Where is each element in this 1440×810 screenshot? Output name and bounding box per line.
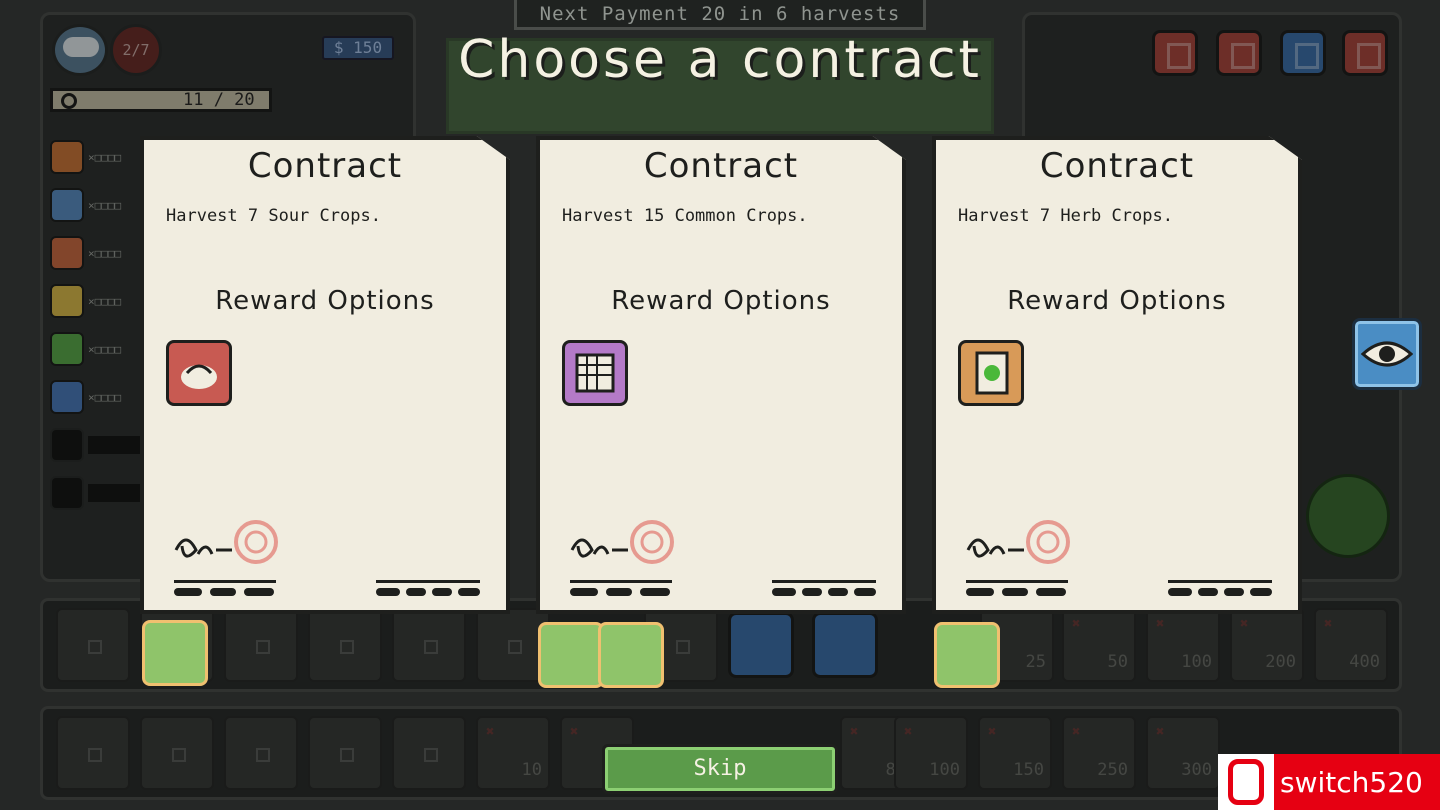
empty-crop-line: [88, 436, 140, 454]
signature-line: [1168, 580, 1272, 596]
harvest-progress-label: 11 / 20: [183, 90, 255, 110]
journal-icon[interactable]: [1216, 30, 1262, 76]
crop-type-common-icon[interactable]: [50, 284, 84, 318]
shop-price: 50: [1107, 652, 1128, 672]
reward-options-title: Reward Options: [611, 286, 831, 316]
field-cell[interactable]: [56, 608, 130, 682]
storage-price: 250: [1097, 760, 1128, 780]
crop-count-line: ×□□□□: [88, 391, 122, 404]
map-icon[interactable]: [1280, 30, 1326, 76]
crop-tile-icon[interactable]: [598, 622, 664, 688]
contract-heading: Contract: [643, 146, 799, 186]
storage-price: 100: [929, 760, 960, 780]
crop-type-sour-icon[interactable]: [50, 236, 84, 270]
shop-price: 100: [1181, 652, 1212, 672]
deck-icon[interactable]: [1152, 30, 1198, 76]
shop-price: 400: [1349, 652, 1380, 672]
clock-icon: [61, 93, 77, 109]
seed-packet-icon-art: [975, 351, 1009, 395]
storage-cell[interactable]: [308, 716, 382, 790]
crop-count-line: ×□□□□: [88, 343, 122, 356]
contract-task: Harvest 7 Herb Crops.: [958, 206, 1173, 226]
field-cell[interactable]: [308, 608, 382, 682]
storage-price: 150: [1013, 760, 1044, 780]
harvest-progress: 11 / 20: [50, 88, 272, 112]
crop-type-spicy-icon[interactable]: [50, 140, 84, 174]
signature-stamp: [966, 520, 1070, 564]
storage-slot[interactable]: ✖ 300: [1146, 716, 1220, 790]
eye-icon: [1361, 341, 1413, 367]
crop-type-cold-icon[interactable]: [50, 188, 84, 222]
contract-task: Harvest 7 Sour Crops.: [166, 206, 381, 226]
storage-slot[interactable]: ✖ 250: [1062, 716, 1136, 790]
signature-stamp: [174, 520, 278, 564]
contract-card-2[interactable]: Contract Harvest 15 Common Crops. Reward…: [536, 136, 906, 614]
field-cell[interactable]: [224, 608, 298, 682]
coin-counter: $ 150: [322, 36, 394, 60]
storage-cell[interactable]: [140, 716, 214, 790]
storage-price: 10: [521, 760, 542, 780]
empty-crop-slot: [50, 428, 84, 462]
crop-type-herb-icon[interactable]: [50, 332, 84, 366]
shop-slot[interactable]: ✖ 400: [1314, 608, 1388, 682]
weather-icon[interactable]: [52, 24, 108, 76]
seed-packet-icon[interactable]: [958, 340, 1024, 406]
storage-slot[interactable]: ✖ 100: [894, 716, 968, 790]
empty-crop-line: [88, 484, 140, 502]
skip-button[interactable]: Skip: [602, 744, 838, 794]
storage-slot[interactable]: ✖ 150: [978, 716, 1052, 790]
storage-slot[interactable]: ✖ 10: [476, 716, 550, 790]
page-title: Choose a contract: [458, 30, 982, 90]
contract-card-3[interactable]: Contract Harvest 7 Herb Crops. Reward Op…: [932, 136, 1302, 614]
water-tile-icon[interactable]: [728, 612, 794, 678]
crop-count-line: ×□□□□: [88, 199, 122, 212]
view-board-button[interactable]: [1352, 318, 1422, 390]
signature-stamp: [570, 520, 674, 564]
contract-heading: Contract: [247, 146, 403, 186]
grid-tile-icon-art: [575, 353, 615, 393]
watermark: switch520: [1218, 754, 1440, 810]
switch-logo-icon: [1218, 754, 1274, 810]
crop-count-line: ×□□□□: [88, 151, 122, 164]
exit-icon[interactable]: [1342, 30, 1388, 76]
contract-task: Harvest 15 Common Crops.: [562, 206, 808, 226]
payment-banner: Next Payment 20 in 6 harvests: [514, 0, 926, 30]
signature-line: [772, 580, 876, 596]
empty-crop-slot: [50, 476, 84, 510]
signature-line: [966, 580, 1068, 596]
contract-card-1[interactable]: Contract Harvest 7 Sour Crops. Reward Op…: [140, 136, 510, 614]
shop-slot[interactable]: ✖ 100: [1146, 608, 1220, 682]
shop-slot[interactable]: ✖ 200: [1230, 608, 1304, 682]
clover-tile-icon[interactable]: [934, 622, 1000, 688]
storage-price: 300: [1181, 760, 1212, 780]
fertilizer-icon-art: [181, 364, 217, 389]
shop-price: 25: [1025, 652, 1046, 672]
crop-count-line: ×□□□□: [88, 247, 122, 260]
storage-cell[interactable]: [56, 716, 130, 790]
storage-cell[interactable]: [392, 716, 466, 790]
clover-tile-icon[interactable]: [538, 622, 604, 688]
field-cell[interactable]: [392, 608, 466, 682]
reward-options-title: Reward Options: [215, 286, 435, 316]
storage-cell[interactable]: [224, 716, 298, 790]
crop-count-line: ×□□□□: [88, 295, 122, 308]
signature-line: [570, 580, 672, 596]
reward-options-title: Reward Options: [1007, 286, 1227, 316]
shop-price: 200: [1265, 652, 1296, 672]
shop-slot[interactable]: ✖ 50: [1062, 608, 1136, 682]
signature-line: [174, 580, 276, 596]
watermark-text: switch520: [1280, 765, 1423, 799]
contract-heading: Contract: [1039, 146, 1195, 186]
end-turn-button[interactable]: [1306, 474, 1390, 558]
crop-tile-icon[interactable]: [142, 620, 208, 686]
crop-type-water-icon[interactable]: [50, 380, 84, 414]
grid-tile-icon[interactable]: [562, 340, 628, 406]
season-badge: 2/7: [110, 24, 162, 76]
water-tile-icon[interactable]: [812, 612, 878, 678]
fertilizer-icon[interactable]: [166, 340, 232, 406]
signature-line: [376, 580, 480, 596]
